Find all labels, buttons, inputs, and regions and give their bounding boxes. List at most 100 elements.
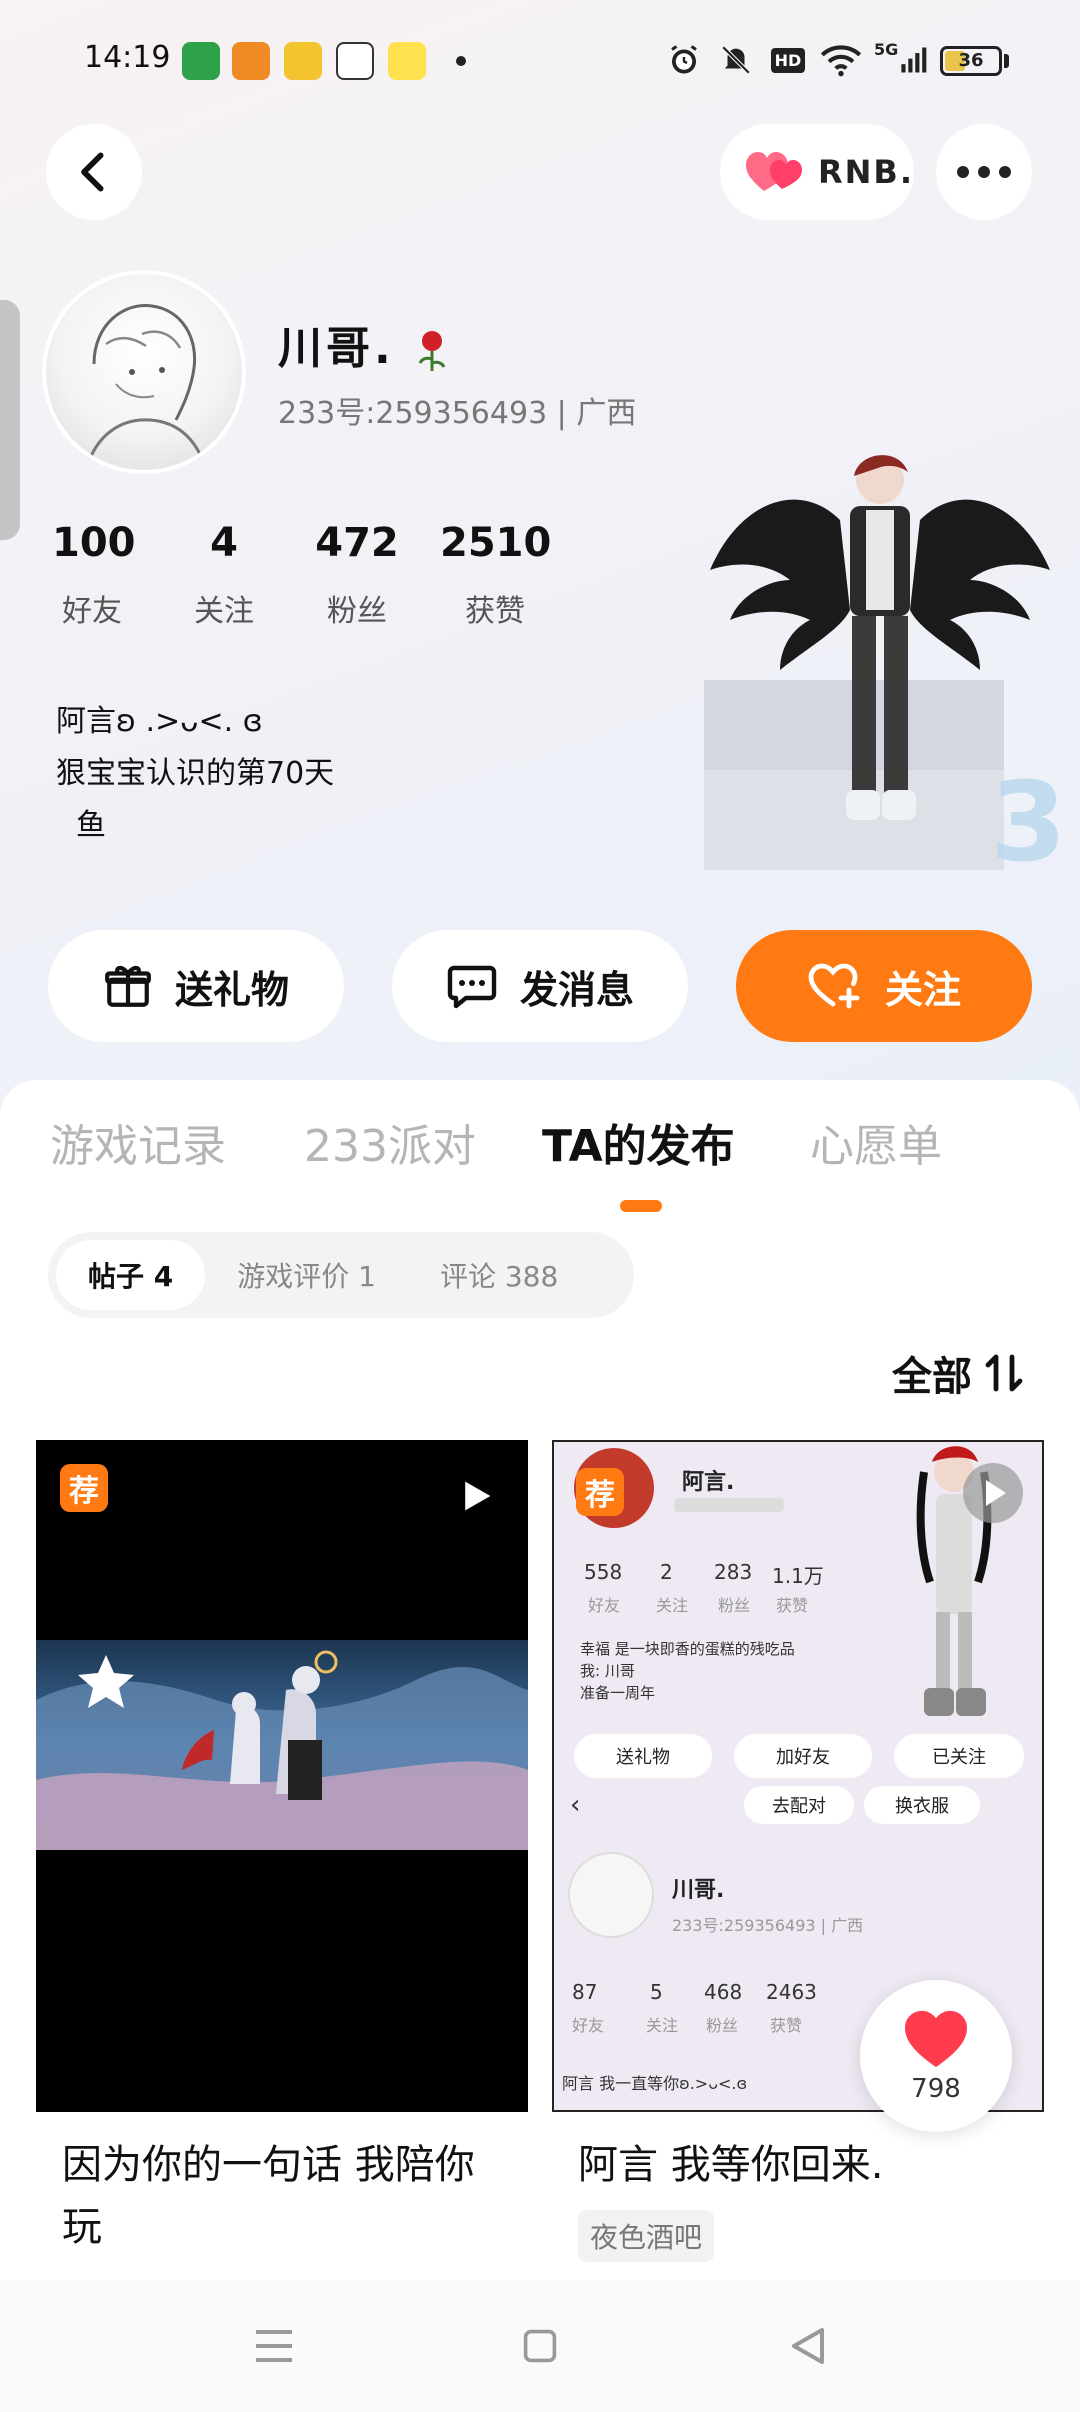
sort-label: 全部 bbox=[892, 1354, 972, 1400]
post-title: 因为你的一句话 我陪你玩 bbox=[62, 2142, 475, 2250]
stat-likes-label: 获赞 bbox=[465, 594, 525, 629]
stat-friends-num: 100 bbox=[52, 520, 136, 566]
profile-avatar[interactable] bbox=[42, 270, 246, 474]
inner-name: 阿言. bbox=[682, 1470, 735, 1495]
inner-stat-label: 好友 bbox=[572, 2016, 605, 2035]
stat-fans[interactable]: 472 粉丝 bbox=[312, 520, 402, 630]
subtab-comments[interactable]: 评论 388 bbox=[408, 1240, 590, 1310]
inner-avatar bbox=[568, 1852, 654, 1938]
stat-likes[interactable]: 2510 获赞 bbox=[440, 520, 552, 630]
inner-id: 233号:259356493 | 广西 bbox=[672, 1916, 864, 1935]
chat-bubble-icon bbox=[446, 961, 498, 1011]
double-heart-icon bbox=[746, 152, 802, 191]
send-message-button[interactable]: 发消息 bbox=[392, 930, 688, 1042]
xianyu-app-icon bbox=[388, 42, 426, 80]
play-icon bbox=[465, 1481, 491, 1511]
inner-stat-label: 粉丝 bbox=[718, 1596, 751, 1615]
sort-arrows-icon bbox=[984, 1353, 1028, 1393]
post-location-tag[interactable]: 夜色酒吧 bbox=[578, 2210, 715, 2262]
rnb-label: RNB. bbox=[818, 153, 914, 191]
tab-233-party[interactable]: 233派对 bbox=[304, 1110, 476, 1174]
inner-stat-label: 关注 bbox=[646, 2016, 679, 2035]
inner-stat-label: 粉丝 bbox=[706, 2016, 739, 2035]
inner-followed-button: 已关注 bbox=[894, 1734, 1024, 1778]
inner-bio: 阿言 我一直等你ʚ.>ᴗ<.ɞ bbox=[562, 2074, 748, 2093]
tab-posts[interactable]: TA的发布 bbox=[542, 1110, 735, 1174]
recents-button[interactable] bbox=[214, 2280, 334, 2412]
like-button[interactable]: 798 bbox=[860, 1980, 1012, 2132]
subtab-game-reviews[interactable]: 游戏评价 1 bbox=[205, 1240, 408, 1310]
hd-icon: HD bbox=[768, 40, 808, 80]
wechat-app-icon bbox=[336, 42, 374, 80]
stat-following[interactable]: 4 关注 bbox=[184, 520, 264, 630]
inner-stat-num: 2463 bbox=[766, 1980, 817, 2004]
stat-friends[interactable]: 100 好友 bbox=[52, 520, 136, 630]
home-button[interactable] bbox=[480, 2280, 600, 2412]
inner-bio-line: 我: 川哥 bbox=[580, 1662, 635, 1680]
send-message-label: 发消息 bbox=[519, 967, 634, 1012]
mute-icon bbox=[716, 40, 756, 80]
stat-fans-label: 粉丝 bbox=[327, 594, 387, 629]
stat-likes-num: 2510 bbox=[440, 520, 552, 566]
inner-stat-num: 2 bbox=[660, 1560, 673, 1584]
inner-stat-label: 获赞 bbox=[776, 1596, 809, 1615]
signal-5g-icon: 5G bbox=[874, 40, 928, 80]
battery-level: 36 bbox=[958, 50, 984, 71]
follow-label: 关注 bbox=[884, 967, 961, 1012]
inner-stat-num: 468 bbox=[704, 1980, 743, 2004]
rose-icon bbox=[418, 331, 446, 371]
bio-line: 鱼 bbox=[76, 808, 106, 843]
weibo-app-icon bbox=[284, 42, 322, 80]
wifi-icon bbox=[818, 40, 864, 80]
side-drawer-handle[interactable] bbox=[0, 300, 20, 540]
send-gift-button[interactable]: 送礼物 bbox=[48, 930, 344, 1042]
tab-wishlist[interactable]: 心愿单 bbox=[810, 1110, 942, 1174]
post-title: 阿言 我等你回来. bbox=[578, 2142, 884, 2188]
inner-pair-button: 去配对 bbox=[744, 1786, 854, 1824]
inner-play-icon bbox=[963, 1463, 1023, 1523]
post-card[interactable]: 阿言. 558 好友 2 关注 283 粉丝 1.1万 获赞 幸福 是一块即香的… bbox=[552, 1440, 1044, 2280]
tab-game-records[interactable]: 游戏记录 bbox=[50, 1110, 226, 1174]
triangle-back-icon bbox=[792, 2328, 824, 2364]
post-video-thumbnail[interactable]: 荐 bbox=[36, 1440, 528, 2112]
more-dots-icon bbox=[957, 166, 1011, 178]
stat-fans-num: 472 bbox=[315, 520, 399, 566]
inner-stat-num: 558 bbox=[584, 1560, 623, 1584]
inner-stat-num: 5 bbox=[650, 1980, 663, 2004]
game-app-icon bbox=[232, 42, 270, 80]
rnb-pair-button[interactable]: RNB. bbox=[720, 124, 914, 220]
bio-line: 阿言ʚ .>ᴗ<. ɞ bbox=[56, 704, 263, 739]
square-icon bbox=[523, 2329, 557, 2363]
inner-stat-num: 1.1万 bbox=[772, 1564, 824, 1588]
post-card[interactable]: 荐 因为你的一句话 我陪你玩 bbox=[36, 1440, 528, 2280]
subtab-posts[interactable]: 帖子 4 bbox=[56, 1240, 206, 1310]
network-label: 5G bbox=[874, 40, 899, 59]
stat-friends-label: 好友 bbox=[62, 594, 122, 629]
sort-dropdown[interactable]: 全部 bbox=[892, 1344, 1028, 1402]
more-options-button[interactable] bbox=[936, 124, 1032, 220]
bio-line: 狠宝宝认识的第70天 bbox=[56, 756, 335, 791]
inner-stat-label: 获赞 bbox=[770, 2016, 803, 2035]
alarm-icon bbox=[664, 40, 704, 80]
inner-stat-label: 关注 bbox=[656, 1596, 689, 1615]
inner-gift-button: 送礼物 bbox=[574, 1734, 712, 1778]
system-nav-bar bbox=[0, 2280, 1080, 2412]
inner-bio-line: 幸福 是一块即香的蛋糕的残吃品 bbox=[580, 1640, 795, 1658]
chevron-left-icon bbox=[81, 152, 104, 192]
more-notifications-dot bbox=[456, 56, 466, 66]
inner-bio-line: 准备一周年 bbox=[580, 1684, 656, 1702]
avatar-3d-character[interactable]: 33 bbox=[690, 440, 1080, 890]
inner-stat-num: 87 bbox=[572, 1980, 598, 2004]
back-button[interactable] bbox=[46, 124, 142, 220]
active-tab-indicator bbox=[620, 1200, 662, 1212]
profile-name: 川哥. bbox=[278, 312, 450, 376]
stat-following-label: 关注 bbox=[194, 594, 254, 629]
follow-button[interactable]: 关注 bbox=[736, 930, 1032, 1042]
back-nav-button[interactable] bbox=[748, 2280, 868, 2412]
heart-icon bbox=[905, 2010, 967, 2068]
inner-add-friend-button: 加好友 bbox=[734, 1734, 872, 1778]
like-count: 798 bbox=[911, 2074, 961, 2104]
status-time: 14:19 bbox=[84, 40, 171, 75]
profile-id-location: 233号:259356493 | 广西 bbox=[278, 396, 637, 431]
profile-bio: 阿言ʚ .>ᴗ<. ɞ 狠宝宝认识的第70天 鱼 bbox=[56, 696, 334, 852]
